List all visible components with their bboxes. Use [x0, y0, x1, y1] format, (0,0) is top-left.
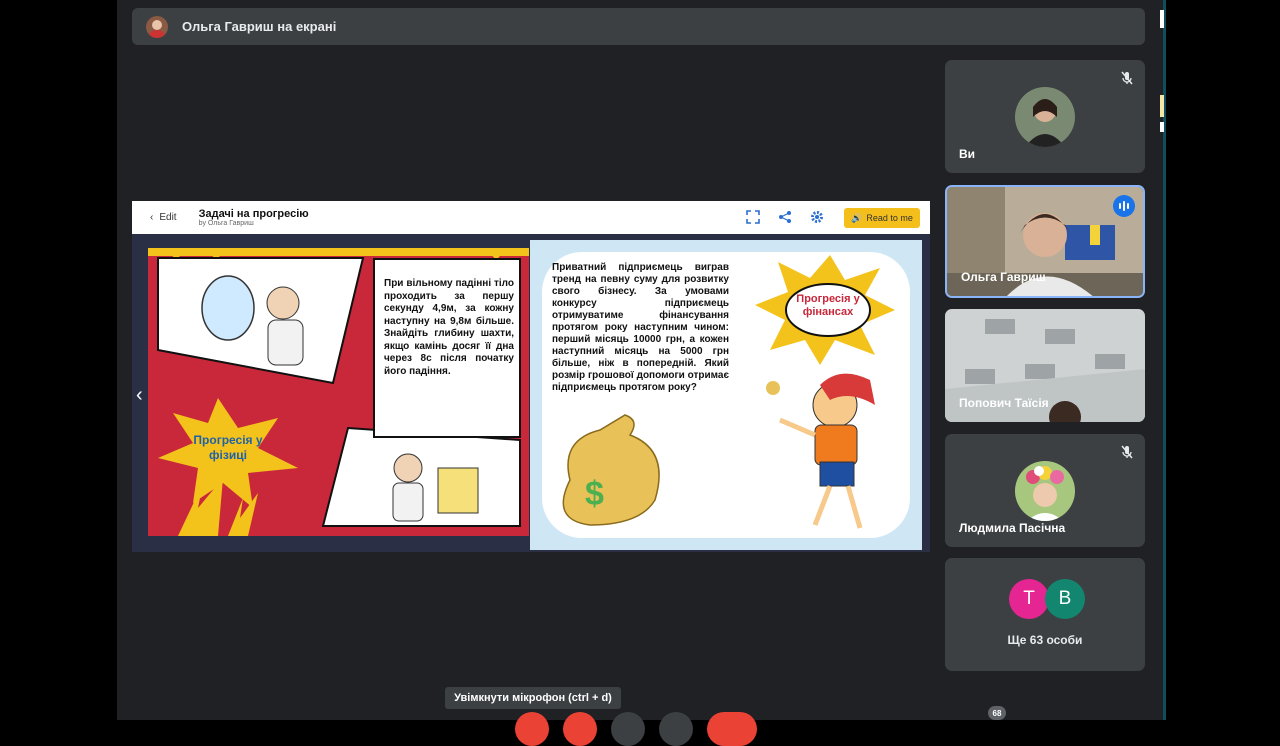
- svg-text:$: $: [585, 475, 604, 513]
- doc-title: Задачі на прогресію: [198, 208, 309, 220]
- avatar-photo: [1015, 87, 1075, 147]
- participant-tile-avatar[interactable]: Людмила Пасічна: [945, 434, 1145, 547]
- avatar: [1015, 461, 1075, 521]
- screen: Ольга Гавриш на екрані ‹ Edit Задачі на …: [0, 0, 1280, 746]
- share-icon[interactable]: [778, 210, 792, 224]
- doc-heading: Задачі на прогресію by Ольга Гавриш: [199, 208, 309, 227]
- gear-icon[interactable]: [810, 210, 824, 224]
- chevron-left-icon[interactable]: ‹: [136, 384, 143, 407]
- participant-name: Ви: [959, 147, 976, 161]
- mic-tooltip: Увімкнути мікрофон (ctrl + d): [445, 687, 621, 709]
- participant-name: Людмила Пасічна: [959, 521, 1066, 535]
- participant-tile-active-speaker[interactable]: Ольга Гавриш: [945, 185, 1145, 298]
- read-label: Read to me: [866, 213, 913, 223]
- avatar: Т: [1009, 579, 1049, 619]
- toolbar-icons: [746, 210, 824, 224]
- chevron-left-icon: ‹: [150, 212, 154, 223]
- mic-off-icon: [1121, 445, 1133, 459]
- camera-button[interactable]: [563, 712, 597, 746]
- read-to-me-button[interactable]: 🔊 Read to me: [844, 208, 920, 228]
- presenter-banner: Ольга Гавриш на екрані: [132, 8, 1145, 45]
- presenter-label: Ольга Гавриш на екрані: [182, 19, 337, 34]
- shared-screen: ‹ Edit Задачі на прогресію by Ольга Гавр…: [132, 201, 930, 552]
- doc-toolbar: ‹ Edit Задачі на прогресію by Ольга Гавр…: [132, 201, 930, 234]
- participant-tile-you[interactable]: Ви: [945, 60, 1145, 173]
- participant-tile-video[interactable]: Попович Таїсія: [945, 309, 1145, 422]
- participant-name: Ольга Гавриш: [961, 270, 1046, 284]
- finance-burst-label: Прогресія у фінансах: [796, 293, 860, 318]
- physics-problem-text: При вільному падінні тіло проходить за п…: [384, 278, 514, 377]
- edit-button[interactable]: ‹ Edit: [150, 212, 177, 223]
- meet-window: Ольга Гавриш на екрані ‹ Edit Задачі на …: [117, 0, 1163, 746]
- doc-author: by Ольга Гавриш: [198, 220, 254, 227]
- more-participants-label: Ще 63 особи: [1007, 633, 1083, 647]
- more-participants-tile[interactable]: Т В Ще 63 особи: [945, 558, 1145, 671]
- captions-button[interactable]: [611, 712, 645, 746]
- side-decoration: [1160, 10, 1164, 132]
- avatar: В: [1045, 579, 1085, 619]
- physics-burst-label: Прогресія у фізиці: [193, 433, 263, 462]
- speaking-indicator-icon: [1113, 195, 1135, 217]
- physics-problem-panel: При вільному падінні тіло проходить за п…: [373, 258, 521, 438]
- participant-count-badge: 68: [988, 706, 1006, 720]
- avatar: [1015, 87, 1075, 147]
- mic-button[interactable]: [515, 712, 549, 746]
- leave-call-button[interactable]: [707, 712, 757, 746]
- more-participants-avatars: Т В: [1009, 579, 1085, 619]
- avatar: [146, 15, 168, 38]
- page-left: При вільному падінні тіло проходить за п…: [148, 248, 529, 536]
- edit-label: Edit: [159, 212, 177, 223]
- fullscreen-icon[interactable]: [746, 210, 760, 224]
- page-right: $ Приватний підприємець виграв тренд на …: [530, 240, 922, 550]
- avatar-photo: [1015, 461, 1075, 521]
- flipbook: ‹ При вільному падінні тіло проходить за…: [132, 234, 930, 552]
- present-button[interactable]: [659, 712, 693, 746]
- speaker-icon: 🔊: [851, 212, 863, 223]
- participant-name: Попович Таїсія: [959, 396, 1049, 410]
- finance-problem-text: Приватний підприємець виграв тренд на пе…: [552, 262, 729, 393]
- mic-off-icon: [1121, 71, 1133, 85]
